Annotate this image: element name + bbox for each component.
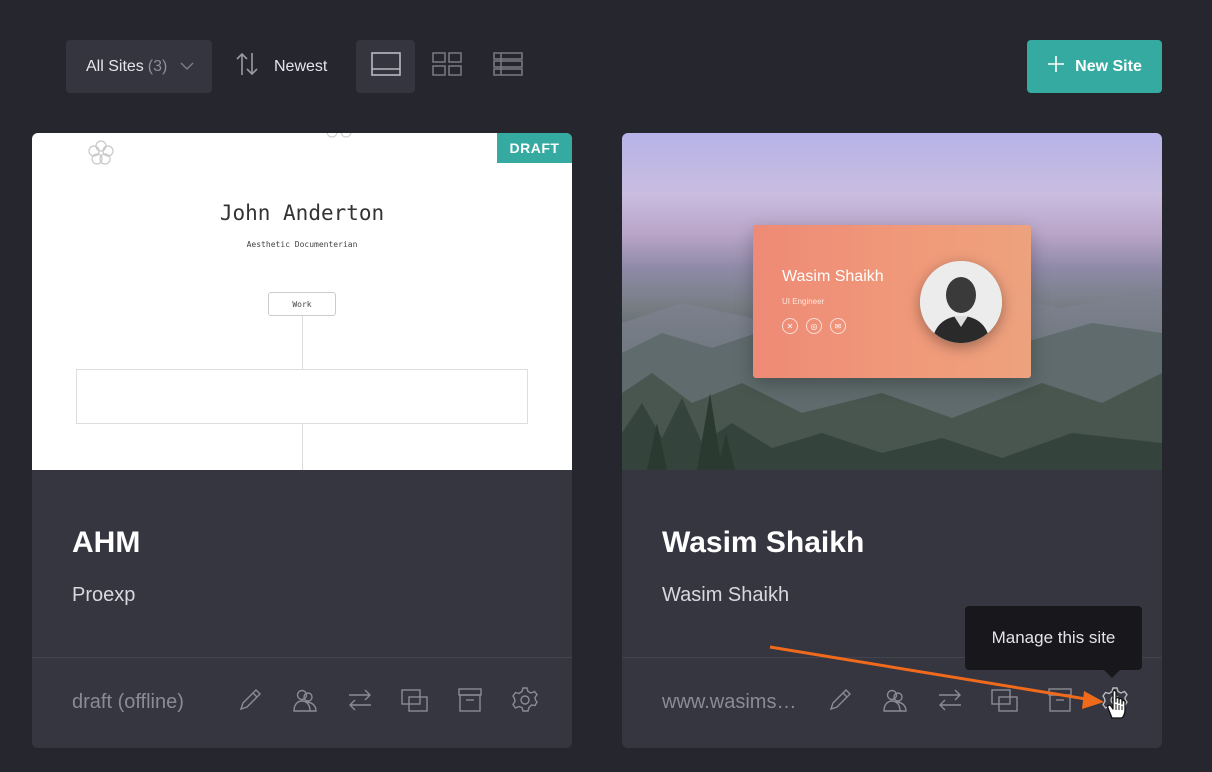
flower-decoration-icon [326, 133, 352, 150]
divider [32, 657, 572, 658]
draft-badge: DRAFT [497, 133, 572, 163]
archive-button[interactable] [453, 685, 487, 719]
edit-button[interactable] [823, 685, 857, 719]
collaborators-button[interactable] [878, 685, 912, 719]
duplicate-button[interactable] [398, 685, 432, 719]
pencil-icon [237, 687, 263, 718]
site-card[interactable]: DRAFT John Anderton Aesthetic Documenter… [32, 133, 572, 748]
archive-button[interactable] [1043, 685, 1077, 719]
duplicate-icon [991, 687, 1019, 718]
sort-button[interactable]: Newest [234, 40, 327, 93]
duplicate-button[interactable] [988, 685, 1022, 719]
hand-cursor-icon [1104, 688, 1130, 725]
preview-role: Aesthetic Documenterian [246, 240, 358, 249]
toolbar: All Sites (3) Newest New Site [0, 0, 1212, 133]
preview-name: Wasim Shaikh [782, 268, 884, 285]
x-social-icon: ✕ [782, 318, 798, 334]
manage-site-button[interactable] [508, 685, 542, 719]
site-title[interactable]: AHM [72, 526, 140, 560]
filter-label: All Sites [86, 57, 144, 75]
site-status: draft (offline) [72, 691, 184, 713]
transfer-icon [937, 687, 963, 718]
duplicate-icon [401, 687, 429, 718]
preview-profile-card: Wasim Shaikh UI Engineer ✕ ◎ ✉ [753, 225, 1031, 378]
preview-work-button: Work [268, 292, 336, 316]
users-icon [882, 687, 908, 718]
mail-icon: ✉ [830, 318, 846, 334]
view-grid-button[interactable] [417, 40, 476, 93]
site-filter-dropdown[interactable]: All Sites (3) [66, 40, 212, 93]
preview-content-box [76, 369, 528, 424]
site-preview-thumbnail[interactable]: Wasim Shaikh UI Engineer ✕ ◎ ✉ [622, 133, 1162, 470]
single-column-view-icon [370, 52, 401, 81]
filter-count: (3) [147, 57, 168, 75]
site-title[interactable]: Wasim Shaikh [662, 526, 864, 560]
preview-name: John Anderton [219, 201, 385, 225]
sort-arrows-icon [234, 51, 274, 82]
site-url[interactable]: www.wasims… [662, 691, 800, 714]
transfer-button[interactable] [933, 685, 967, 719]
card-actions [233, 685, 543, 719]
tooltip-text: Manage this site [991, 628, 1116, 647]
manage-site-tooltip: Manage this site [965, 606, 1142, 678]
new-site-button[interactable]: New Site [1027, 40, 1162, 93]
view-single-column-button[interactable] [356, 40, 415, 93]
card-actions [823, 685, 1133, 719]
instagram-icon: ◎ [806, 318, 822, 334]
transfer-icon [347, 687, 373, 718]
users-icon [292, 687, 318, 718]
site-subtitle: Proexp [72, 584, 136, 606]
pencil-icon [827, 687, 853, 718]
site-subtitle: Wasim Shaikh [662, 584, 790, 606]
preview-role: UI Engineer [782, 297, 825, 306]
collaborators-button[interactable] [288, 685, 322, 719]
new-site-label: New Site [1075, 57, 1142, 75]
list-view-icon [492, 52, 523, 81]
avatar [920, 261, 1002, 343]
plus-icon [1047, 55, 1075, 78]
grid-view-icon [431, 52, 462, 81]
sort-label: Newest [274, 57, 328, 75]
site-preview-thumbnail[interactable]: DRAFT John Anderton Aesthetic Documenter… [32, 133, 572, 470]
preview-connector-line [302, 316, 303, 369]
preview-connector-line [302, 424, 303, 470]
gear-icon [511, 686, 539, 719]
chevron-down-icon [180, 59, 194, 78]
archive-icon [457, 687, 483, 718]
archive-icon [1047, 687, 1073, 718]
transfer-button[interactable] [343, 685, 377, 719]
tooltip-caret [1103, 669, 1121, 678]
flower-decoration-icon [87, 139, 115, 172]
view-list-button[interactable] [478, 40, 537, 93]
edit-button[interactable] [233, 685, 267, 719]
